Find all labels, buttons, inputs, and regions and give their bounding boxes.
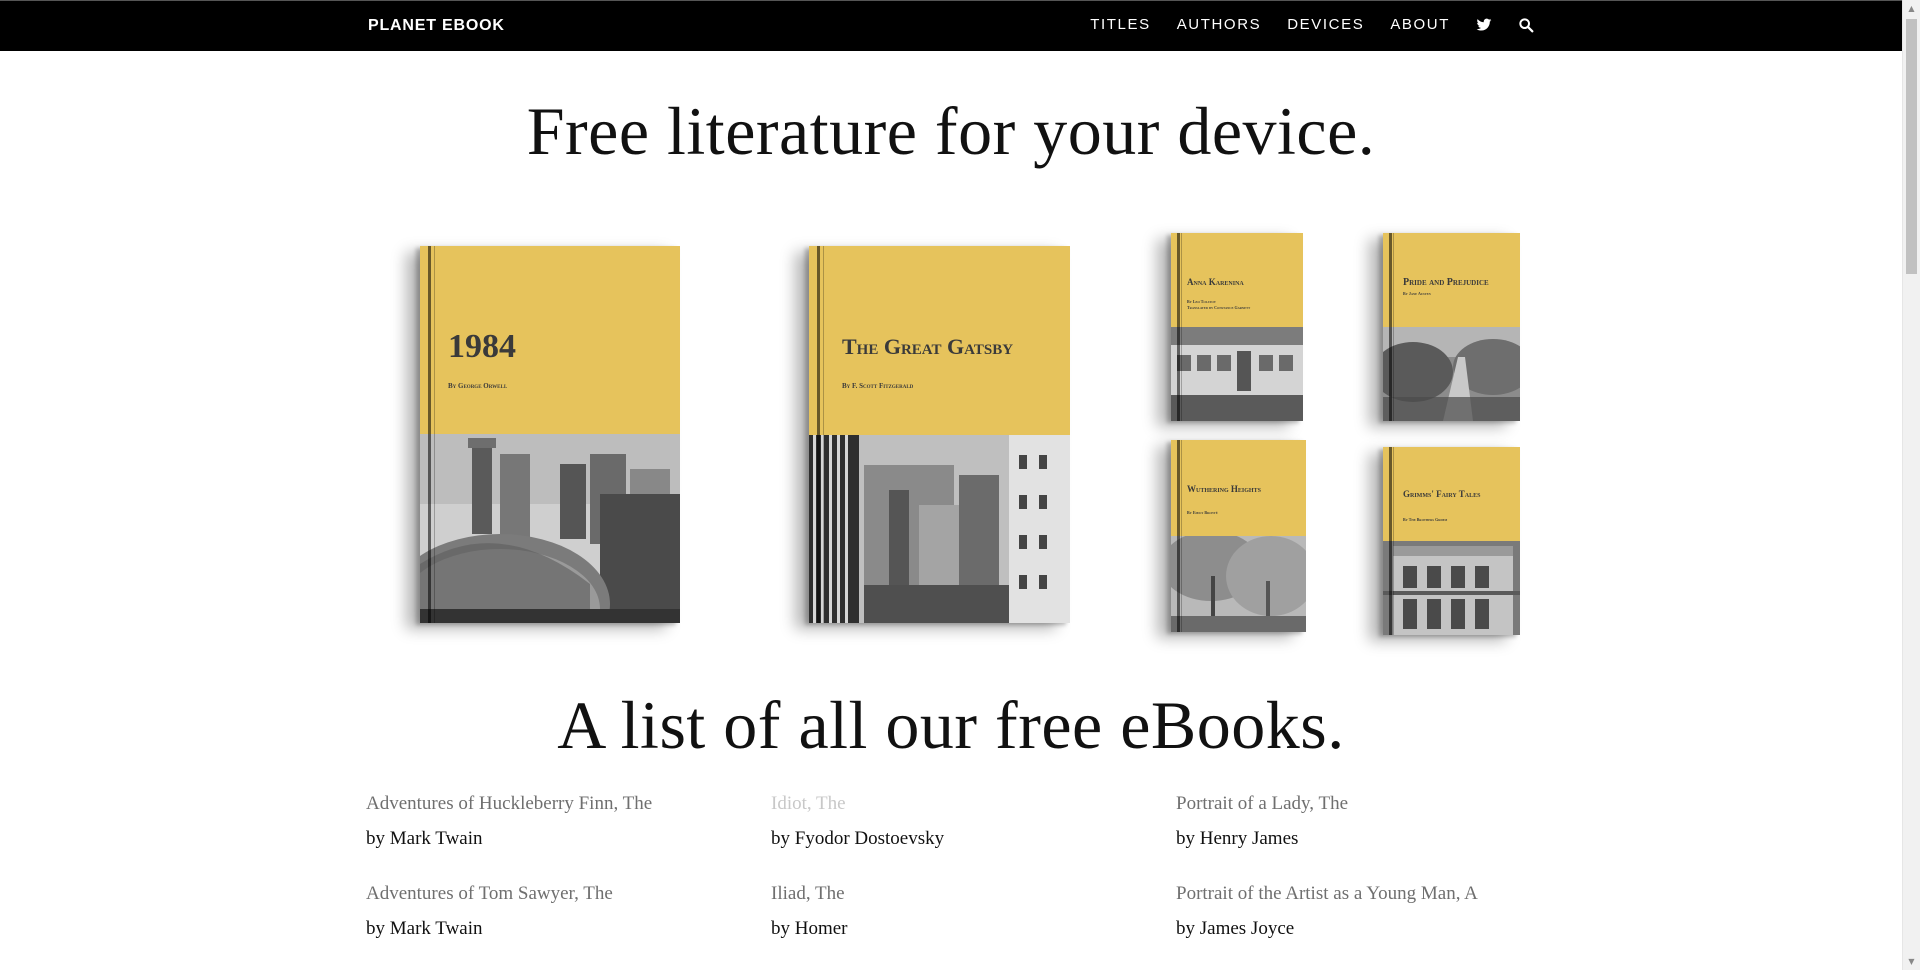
ebook-list-title: A list of all our free eBooks. — [557, 687, 1345, 763]
ebook-author: by Mark Twain — [366, 828, 483, 849]
scroll-down-arrow-icon[interactable]: ▼ — [1903, 953, 1920, 970]
book-title-great-gatsby: The Great Gatsby — [842, 334, 1014, 359]
list-item: Adventures of Tom Sawyer, The by Mark Tw… — [366, 880, 771, 950]
nav-about-link[interactable]: ABOUT — [1390, 16, 1450, 33]
nav-titles-link[interactable]: TITLES — [1090, 16, 1150, 33]
page-scrollbar[interactable]: ▲ ▼ — [1902, 0, 1920, 970]
book-cover-1984[interactable]: 1984 By George Orwell — [420, 246, 680, 623]
list-item: Portrait of a Lady, The by Henry James — [1176, 790, 1546, 860]
ebook-title-link[interactable]: Iliad, The — [771, 880, 1176, 908]
book-author-great-gatsby: By F. Scott Fitzgerald — [842, 382, 914, 390]
cover-photo-garden — [1383, 327, 1520, 421]
book-cover-grimms-fairy-tales[interactable]: Grimms' Fairy Tales By The Brothers Grim… — [1383, 447, 1520, 635]
ebook-author: by Homer — [771, 918, 848, 939]
list-item: Portrait of the Artist as a Young Man, A… — [1176, 880, 1546, 950]
book-author-1984: By George Orwell — [448, 382, 508, 390]
scroll-thumb[interactable] — [1906, 19, 1917, 274]
search-icon[interactable] — [1518, 17, 1534, 33]
ebook-title-link[interactable]: Adventures of Tom Sawyer, The — [366, 880, 771, 908]
book-author-pride-and-prejudice: By Jane Austen — [1403, 291, 1431, 296]
cover-photo-train — [1171, 327, 1303, 421]
ebook-author: by Fyodor Dostoevsky — [771, 828, 945, 849]
hero-title: Free literature for your device. — [526, 93, 1376, 169]
ebook-author: by James Joyce — [1176, 918, 1295, 939]
nav-authors-link[interactable]: AUTHORS — [1177, 16, 1262, 33]
cover-photo-skyline — [809, 435, 1070, 623]
book-title-grimms-fairy-tales: Grimms' Fairy Tales — [1403, 489, 1481, 499]
ebook-title-link[interactable]: Portrait of the Artist as a Young Man, A — [1176, 880, 1546, 908]
ebook-author: by Henry James — [1176, 828, 1299, 849]
ebook-author: by Mark Twain — [366, 918, 483, 939]
book-author-anna-karenina: By Leo Tolstoy — [1187, 299, 1216, 304]
list-item: Adventures of Huckleberry Finn, The by M… — [366, 790, 771, 860]
book-title-1984: 1984 — [448, 328, 516, 365]
cover-photo-trees — [1171, 536, 1306, 632]
top-nav-bar: PLANET EBOOK TITLES AUTHORS DEVICES ABOU… — [0, 0, 1902, 51]
book-cover-great-gatsby[interactable]: The Great Gatsby By F. Scott Fitzgerald — [809, 246, 1070, 623]
ebook-list: Adventures of Huckleberry Finn, The by M… — [366, 790, 1546, 950]
twitter-icon[interactable] — [1476, 17, 1492, 33]
ebook-title-link[interactable]: Adventures of Huckleberry Finn, The — [366, 790, 771, 818]
book-translator-anna-karenina: Translated by Constance Garnett — [1187, 305, 1251, 310]
main-nav: TITLES AUTHORS DEVICES ABOUT — [1090, 16, 1534, 33]
nav-devices-link[interactable]: DEVICES — [1287, 16, 1364, 33]
book-author-wuthering-heights: By Emily Brontë — [1187, 510, 1218, 515]
book-cover-pride-and-prejudice[interactable]: Pride and Prejudice By Jane Austen — [1383, 233, 1520, 421]
book-cover-anna-karenina[interactable]: Anna Karenina By Leo Tolstoy Translated … — [1171, 233, 1303, 421]
cover-photo-building — [1383, 541, 1520, 635]
book-title-pride-and-prejudice: Pride and Prejudice — [1403, 277, 1489, 288]
list-item: Idiot, The by Fyodor Dostoevsky — [771, 790, 1176, 860]
scroll-up-arrow-icon[interactable]: ▲ — [1903, 0, 1920, 17]
book-title-anna-karenina: Anna Karenina — [1187, 277, 1244, 287]
cover-photo-city — [420, 434, 680, 623]
book-title-wuthering-heights: Wuthering Heights — [1187, 484, 1261, 494]
ebook-title-link[interactable]: Idiot, The — [771, 790, 1176, 818]
ebook-title-link[interactable]: Portrait of a Lady, The — [1176, 790, 1546, 818]
brand-logo-link[interactable]: PLANET EBOOK — [368, 17, 505, 35]
book-author-grimms-fairy-tales: By The Brothers Grimm — [1403, 517, 1448, 522]
list-item: Iliad, The by Homer — [771, 880, 1176, 950]
book-cover-wuthering-heights[interactable]: Wuthering Heights By Emily Brontë — [1171, 440, 1306, 632]
